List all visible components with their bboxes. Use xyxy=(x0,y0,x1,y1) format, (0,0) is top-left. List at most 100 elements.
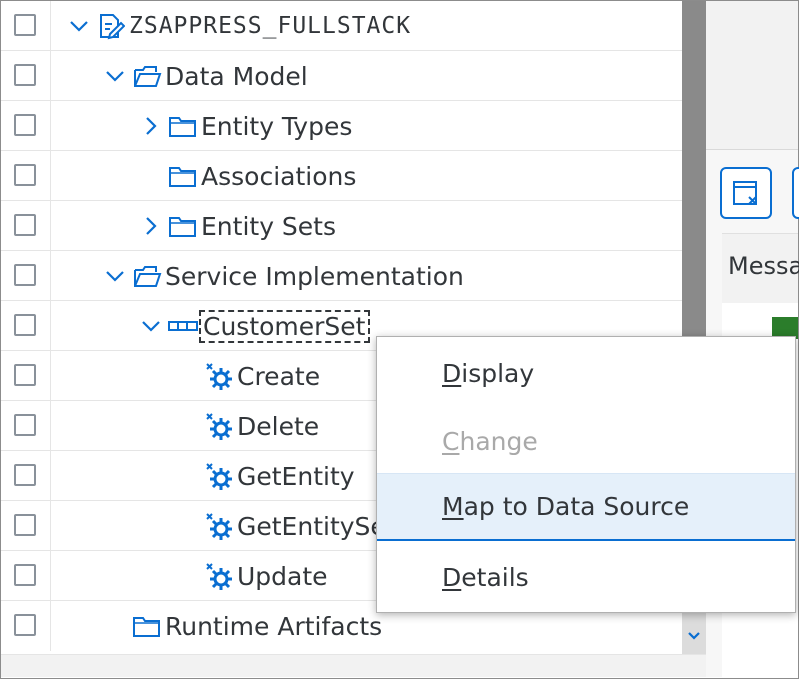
chevron-down-icon[interactable] xyxy=(137,301,165,351)
row-selector-cell xyxy=(1,501,51,551)
tree-node-label: GetEntity xyxy=(237,461,355,491)
chevron-down-icon[interactable] xyxy=(65,1,93,51)
menu-item-display[interactable]: Display xyxy=(377,339,795,407)
row-checkbox[interactable] xyxy=(14,414,36,436)
chevron-down-icon[interactable] xyxy=(101,51,129,101)
row-selector-cell xyxy=(1,201,51,251)
tree-node-label: CustomerSet xyxy=(199,309,370,343)
menu-item-details[interactable]: Details xyxy=(377,543,795,611)
mnemonic-letter: D xyxy=(442,358,462,388)
tree-node[interactable]: Entity Sets xyxy=(137,201,336,251)
tree-row[interactable]: ZSAPPRESS_FULLSTACK xyxy=(1,1,682,51)
folder-icon xyxy=(129,601,165,651)
row-checkbox[interactable] xyxy=(14,264,36,286)
tree-node[interactable]: Data Model xyxy=(101,51,308,101)
operation-gear-icon xyxy=(201,401,237,451)
tree-node[interactable]: GetEntitySet xyxy=(201,501,396,551)
tree-row[interactable]: Service Implementation xyxy=(1,251,682,301)
row-selector-cell xyxy=(1,51,51,101)
row-checkbox[interactable] xyxy=(14,214,36,236)
folder-icon xyxy=(165,151,201,201)
tree-row[interactable]: Data Model xyxy=(1,51,682,101)
chevron-down-icon[interactable] xyxy=(101,251,129,301)
column-header-label: Message xyxy=(728,252,799,280)
tree-node[interactable]: Associations xyxy=(165,151,356,201)
scroll-down-icon[interactable] xyxy=(682,619,706,653)
tree-node[interactable]: Service Implementation xyxy=(101,251,464,301)
row-selector-cell xyxy=(1,451,51,501)
row-checkbox[interactable] xyxy=(14,514,36,536)
row-checkbox[interactable] xyxy=(14,564,36,586)
row-selector-cell xyxy=(1,1,51,51)
toolbar-button[interactable] xyxy=(792,167,799,219)
menu-item-change: Change xyxy=(377,407,795,475)
folder-icon xyxy=(165,101,201,151)
open-folder-icon xyxy=(129,51,165,101)
mnemonic-letter: D xyxy=(442,562,462,592)
tree-node-label: Entity Types xyxy=(201,111,353,141)
row-checkbox[interactable] xyxy=(14,114,36,136)
context-menu: Display Change Map to Data Source Detail… xyxy=(376,336,796,613)
tree-row[interactable]: Associations xyxy=(1,151,682,201)
operation-gear-icon xyxy=(201,451,237,501)
menu-item-label: Map to Data Source xyxy=(442,492,689,521)
tree-node-label: Associations xyxy=(201,161,357,191)
operation-gear-icon xyxy=(201,501,237,551)
folder-icon xyxy=(165,201,201,251)
operation-gear-icon xyxy=(201,551,237,601)
tree-node-label: GetEntitySet xyxy=(237,511,396,541)
tree-node[interactable]: ZSAPPRESS_FULLSTACK xyxy=(65,1,411,51)
tree-node-label: Entity Sets xyxy=(201,211,337,241)
tree-node[interactable]: CustomerSet xyxy=(137,301,370,351)
row-selector-cell xyxy=(1,101,51,151)
menu-item-text: etails xyxy=(461,562,529,592)
tree-row[interactable]: Entity Types xyxy=(1,101,682,151)
close-window-button[interactable] xyxy=(720,167,772,219)
row-selector-cell xyxy=(1,601,51,651)
row-checkbox[interactable] xyxy=(14,14,36,36)
row-checkbox[interactable] xyxy=(14,464,36,486)
row-checkbox[interactable] xyxy=(14,364,36,386)
tree-node[interactable]: Update xyxy=(201,551,328,601)
tree-node-label: Delete xyxy=(237,411,320,441)
tree-node[interactable]: GetEntity xyxy=(201,451,355,501)
row-selector-cell xyxy=(1,551,51,601)
tree-node-label: ZSAPPRESS_FULLSTACK xyxy=(129,13,412,39)
operation-gear-icon xyxy=(201,351,237,401)
tree-node-label: Update xyxy=(237,561,328,591)
row-selector-cell xyxy=(1,401,51,451)
row-checkbox[interactable] xyxy=(14,314,36,336)
tree-row[interactable]: Entity Sets xyxy=(1,201,682,251)
entity-set-icon xyxy=(165,301,201,351)
tree-node[interactable]: Runtime Artifacts xyxy=(129,601,382,651)
row-checkbox[interactable] xyxy=(14,614,36,636)
tree-node[interactable]: Entity Types xyxy=(137,101,352,151)
menu-item-map-to-data-source[interactable]: Map to Data Source xyxy=(377,473,795,541)
menu-item-text: hange xyxy=(459,426,538,456)
chevron-right-icon[interactable] xyxy=(137,101,165,151)
close-window-icon xyxy=(733,181,757,205)
menu-item-text: ap to Data Source xyxy=(463,492,690,521)
row-selector-cell xyxy=(1,301,51,351)
messages-column-header[interactable]: Message xyxy=(722,233,799,305)
tree-node-label: Data Model xyxy=(165,61,308,91)
row-checkbox[interactable] xyxy=(14,64,36,86)
tree-node-label: Runtime Artifacts xyxy=(165,611,383,641)
row-selector-cell xyxy=(1,251,51,301)
menu-item-label: Details xyxy=(442,563,529,592)
chevron-right-icon[interactable] xyxy=(137,201,165,251)
horizontal-scrollbar[interactable] xyxy=(1,654,706,677)
menu-item-label: Change xyxy=(442,427,538,456)
panel-header-area xyxy=(706,1,798,150)
menu-item-text: isplay xyxy=(461,358,535,388)
row-checkbox[interactable] xyxy=(14,164,36,186)
mnemonic-letter: C xyxy=(442,426,460,456)
menu-item-label: Display xyxy=(442,359,534,388)
tree-node[interactable]: Create xyxy=(201,351,320,401)
tree-node-label: Create xyxy=(237,361,321,391)
mnemonic-letter: M xyxy=(442,492,464,521)
tree-node[interactable]: Delete xyxy=(201,401,319,451)
row-selector-cell xyxy=(1,351,51,401)
tree-node-label: Service Implementation xyxy=(165,261,464,291)
project-edit-icon xyxy=(93,1,129,51)
